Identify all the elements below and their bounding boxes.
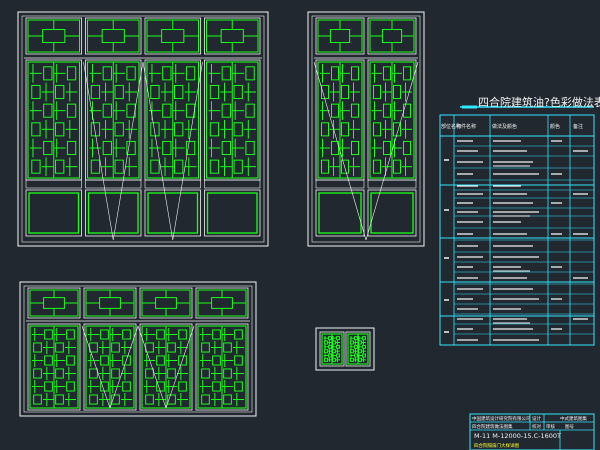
title-block-right-label: 中式建筑图集 — [560, 415, 587, 422]
table-header-item: 构件名称 — [456, 123, 476, 130]
table-header-note: 备注 — [573, 123, 583, 130]
title-block-label-review: 审核 — [546, 423, 555, 430]
title-block-drawing-name: 四合院隔扇门大样详图 — [474, 442, 519, 449]
cad-drawing-canvas: 四合院建筑油?色彩做法表 部位名称 构件名称 做法及颜色 颜色 备注 中国建筑设… — [0, 0, 600, 450]
title-block-label-design: 设计 — [532, 415, 541, 422]
title-block-drawing-code: M-11 M-12000-15.C-1600T — [474, 432, 561, 440]
title-block-company: 中国建筑设计研究院有限公司 — [472, 415, 531, 422]
title-block-label-check: 校对 — [532, 423, 541, 430]
title-block-project: 四合院建筑做法图集 — [472, 423, 513, 430]
title-block-label-drawing-no: 图号 — [565, 424, 574, 430]
table-header-color: 颜色 — [550, 123, 560, 130]
table-title: 四合院建筑油?色彩做法表 — [478, 95, 600, 109]
drawing-background — [0, 0, 600, 450]
table-header-method: 做法及颜色 — [492, 123, 517, 130]
